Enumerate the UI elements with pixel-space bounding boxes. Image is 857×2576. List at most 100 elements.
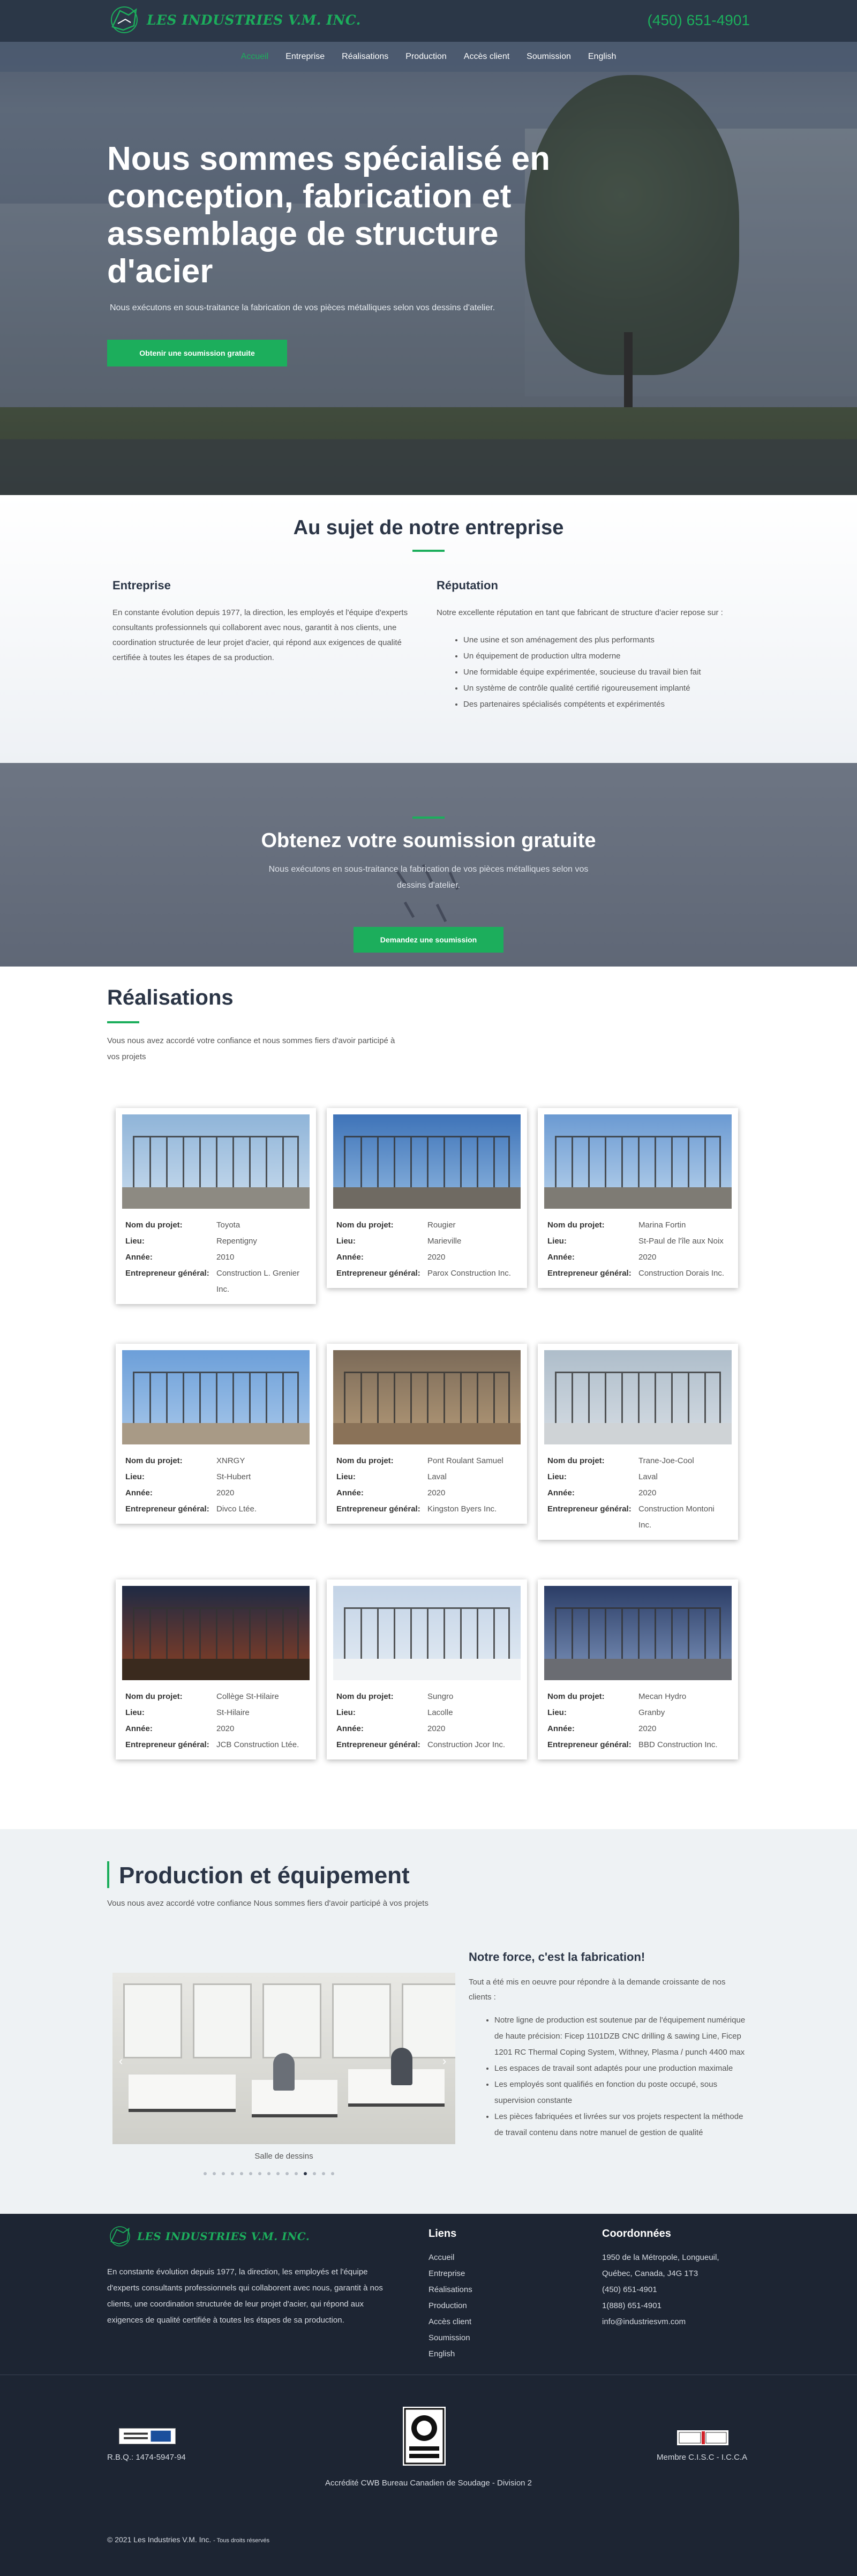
drafting-table <box>129 2075 236 2112</box>
footer-link-entreprise[interactable]: Entreprise <box>428 2266 472 2282</box>
list-item: Les employés sont qualifiés en fonction … <box>494 2077 747 2109</box>
project-card[interactable]: Nom du projet: XNRGY Lieu: St-Hubert Année: 2… <box>116 1344 316 1524</box>
project-photo <box>333 1350 521 1444</box>
project-contractor: JCB Construction Ltée. <box>216 1740 299 1749</box>
slider-dot[interactable] <box>231 2172 234 2175</box>
footer-phone[interactable]: (450) 651-4901 <box>602 2282 763 2298</box>
nav-item-acces-client[interactable]: Accès client <box>464 52 509 62</box>
project-card[interactable]: Nom du projet: Sungro Lieu: Lacolle Année: 20… <box>327 1579 527 1759</box>
nav-item-english[interactable]: English <box>588 52 616 62</box>
about-title-underline <box>412 550 445 552</box>
site-footer: LES INDUSTRIES V.M. INC. En constante év… <box>0 2214 857 2576</box>
project-place: Laval <box>427 1472 447 1481</box>
photo-steel-frame <box>344 1607 510 1666</box>
header-phone[interactable]: (450) 651-4901 <box>648 12 750 29</box>
site-logo[interactable]: LES INDUSTRIES V.M. INC. <box>107 4 361 35</box>
slider-dot[interactable] <box>276 2172 280 2175</box>
about-title: Au sujet de notre entreprise <box>293 516 564 539</box>
project-year: 2020 <box>216 1488 235 1497</box>
slider-dot[interactable] <box>204 2172 207 2175</box>
copyright: © 2021 Les Industries V.M. Inc. - Tous d… <box>107 2535 269 2544</box>
window-shape <box>123 1983 182 2058</box>
logo-text: LES INDUSTRIES V.M. INC. <box>147 12 361 28</box>
project-contractor: BBD Construction Inc. <box>638 1740 718 1749</box>
project-card[interactable]: Nom du projet: Toyota Lieu: Repentigny Année… <box>116 1108 316 1304</box>
slider-prev-icon[interactable]: ‹ <box>119 2054 123 2068</box>
project-card[interactable]: Nom du projet: Marina Fortin Lieu: St-Paul … <box>538 1108 738 1288</box>
footer-link-realisations[interactable]: Réalisations <box>428 2282 472 2298</box>
about-section: Au sujet de notre entreprise Entreprise … <box>0 495 857 763</box>
footer-link-production[interactable]: Production <box>428 2298 472 2314</box>
table-row: Année: 2020 <box>122 1485 310 1501</box>
project-contractor-label: Entrepreneur général: <box>336 1269 420 1278</box>
project-year-label: Année: <box>125 1488 153 1497</box>
project-name-label: Nom du projet: <box>125 1220 183 1230</box>
project-year-label: Année: <box>125 1253 153 1262</box>
nav-item-realisations[interactable]: Réalisations <box>342 52 388 62</box>
photo-steel-frame <box>133 1607 299 1666</box>
photo-steel-frame <box>133 1372 299 1431</box>
project-name: XNRGY <box>216 1456 245 1465</box>
table-row: Entrepreneur général: Construction Jcor I… <box>333 1737 521 1753</box>
production-section: Production et équipement Vous nous avez … <box>0 1829 857 2214</box>
project-card[interactable]: Nom du projet: Rougier Lieu: Marieville Anné… <box>327 1108 527 1288</box>
project-year: 2020 <box>427 1488 446 1497</box>
slider-dot[interactable] <box>331 2172 334 2175</box>
project-name: Sungro <box>427 1692 454 1701</box>
photo-steel-frame <box>133 1136 299 1195</box>
project-card[interactable]: Nom du projet: Mecan Hydro Lieu: Granby Anné… <box>538 1579 738 1759</box>
project-photo <box>544 1586 732 1680</box>
footer-logo[interactable]: LES INDUSTRIES V.M. INC. <box>107 2225 310 2248</box>
slider-dot[interactable] <box>240 2172 243 2175</box>
nav-item-soumission[interactable]: Soumission <box>527 52 571 62</box>
project-name: Pont Roulant Samuel <box>427 1456 503 1465</box>
footer-links-title: Liens <box>428 2228 457 2240</box>
list-item: Notre ligne de production est soutenue p… <box>494 2012 747 2061</box>
request-quote-button[interactable]: Demandez une soumission <box>354 927 503 953</box>
hero-quote-button[interactable]: Obtenir une soumission gratuite <box>107 340 287 366</box>
photo-ground <box>333 1659 521 1680</box>
slider-dot[interactable] <box>213 2172 216 2175</box>
nav-item-accueil[interactable]: Accueil <box>241 52 269 62</box>
project-year: 2020 <box>427 1253 446 1262</box>
table-row: Nom du projet: Trane-Joe-Cool <box>544 1453 732 1469</box>
footer-link-acces-client[interactable]: Accès client <box>428 2314 472 2330</box>
project-contractor-label: Entrepreneur général: <box>547 1504 632 1514</box>
slider-dot[interactable] <box>249 2172 252 2175</box>
footer-links: Liens Accueil Entreprise Réalisations Pr… <box>428 2228 472 2362</box>
project-year-label: Année: <box>125 1724 153 1733</box>
slider-dot[interactable] <box>222 2172 225 2175</box>
footer-link-accueil[interactable]: Accueil <box>428 2250 472 2266</box>
project-card[interactable]: Nom du projet: Pont Roulant Samuel Lieu: La… <box>327 1344 527 1524</box>
cta-title: Obtenez votre soumission gratuite <box>261 829 596 852</box>
slider-dot[interactable] <box>285 2172 289 2175</box>
slider-dot[interactable] <box>267 2172 270 2175</box>
project-contractor-label: Entrepreneur général: <box>125 1269 209 1278</box>
table-row: Nom du projet: Sungro <box>333 1689 521 1705</box>
project-card[interactable]: Nom du projet: Collège St-Hilaire Lieu: St-… <box>116 1579 316 1759</box>
slider-dot[interactable] <box>322 2172 325 2175</box>
footer-link-soumission[interactable]: Soumission <box>428 2330 472 2346</box>
table-row: Année: 2020 <box>544 1249 732 1265</box>
list-item: Des partenaires spécialisés compétents e… <box>463 697 747 713</box>
table-row: Année: 2020 <box>544 1721 732 1737</box>
nav-item-production[interactable]: Production <box>405 52 447 62</box>
production-heading: Notre force, c'est la fabrication! <box>469 1950 645 1964</box>
project-place-label: Lieu: <box>125 1472 145 1481</box>
project-year: 2020 <box>638 1488 657 1497</box>
slider-dot[interactable] <box>258 2172 261 2175</box>
project-contractor-label: Entrepreneur général: <box>547 1740 632 1749</box>
slider-next-icon[interactable]: › <box>442 2054 446 2068</box>
production-slide-image[interactable] <box>112 1973 455 2144</box>
footer-contact-title: Coordonnées <box>602 2228 671 2240</box>
project-contractor: Divco Ltée. <box>216 1504 257 1514</box>
slider-dot[interactable] <box>304 2172 307 2175</box>
slider-dot[interactable] <box>295 2172 298 2175</box>
footer-link-english[interactable]: English <box>428 2346 472 2362</box>
project-contractor: Parox Construction Inc. <box>427 1269 511 1278</box>
footer-email[interactable]: info@industriesvm.com <box>602 2314 763 2330</box>
project-card[interactable]: Nom du projet: Trane-Joe-Cool Lieu: Laval An… <box>538 1344 738 1540</box>
footer-tollfree[interactable]: 1(888) 651-4901 <box>602 2298 763 2314</box>
slider-dot[interactable] <box>313 2172 316 2175</box>
nav-item-entreprise[interactable]: Entreprise <box>285 52 325 62</box>
